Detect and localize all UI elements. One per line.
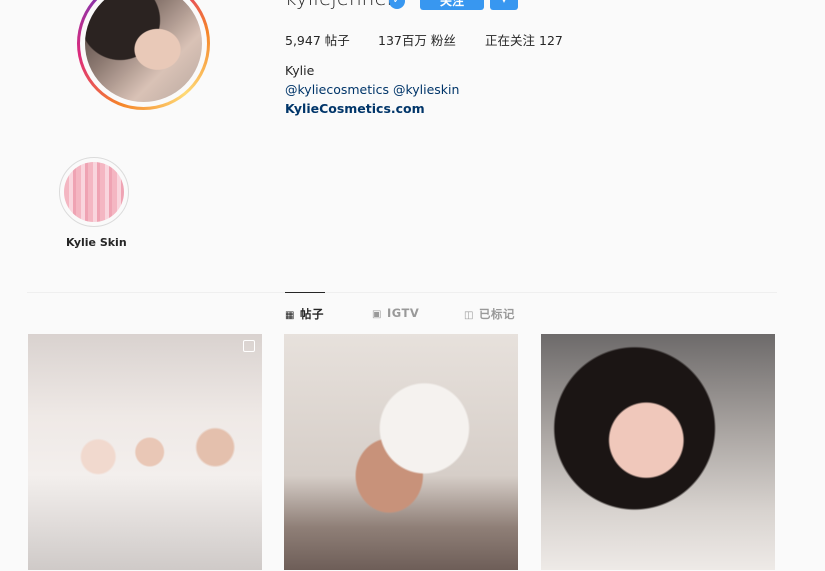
post-thumbnail[interactable] [284, 334, 518, 570]
following-label: 正在关注 [485, 33, 536, 48]
stat-followers[interactable]: 137百万 粉丝 [378, 30, 456, 49]
posts-label: 帖子 [324, 33, 350, 48]
bio-name: Kylie [285, 63, 315, 78]
avatar-border [80, 0, 207, 107]
post-thumbnail[interactable] [28, 334, 262, 570]
tab-tagged-label: 已标记 [478, 307, 515, 321]
tabs-divider [27, 292, 777, 293]
tab-igtv-label: IGTV [386, 306, 420, 320]
bio-website-link[interactable]: KylieCosmetics.com [285, 101, 425, 116]
igtv-icon: ▣ [372, 309, 382, 320]
followers-count: 137百万 [378, 33, 427, 48]
more-options-button[interactable]: ▾ [490, 0, 518, 10]
highlight-label: Kylie Skin [66, 236, 127, 249]
profile-avatar-ring[interactable] [77, 0, 210, 110]
follow-button[interactable]: 关注 [420, 0, 484, 10]
multiple-photos-icon [243, 340, 255, 352]
posts-count: 5,947 [285, 33, 321, 48]
tab-igtv[interactable]: ▣ IGTV [372, 306, 419, 320]
tab-tagged[interactable]: ◫ 已标记 [464, 306, 515, 322]
tagged-icon: ◫ [464, 310, 474, 321]
active-tab-indicator [285, 292, 325, 293]
profile-username: kyliejenner [285, 0, 395, 10]
stat-following[interactable]: 正在关注 127 [485, 30, 563, 49]
highlight-cover-image [64, 162, 124, 222]
bio-mentions-link[interactable]: @kyliecosmetics @kylieskin [285, 82, 459, 97]
post-thumbnail[interactable] [541, 334, 775, 570]
following-count: 127 [539, 33, 563, 48]
avatar[interactable] [85, 0, 202, 102]
tab-posts[interactable]: ▦ 帖子 [285, 306, 324, 322]
followers-label: 粉丝 [430, 33, 456, 48]
tab-posts-label: 帖子 [299, 307, 324, 321]
grid-icon: ▦ [285, 310, 295, 321]
story-highlight-kylie-skin[interactable] [59, 157, 129, 227]
stat-posts: 5,947 帖子 [285, 30, 350, 49]
